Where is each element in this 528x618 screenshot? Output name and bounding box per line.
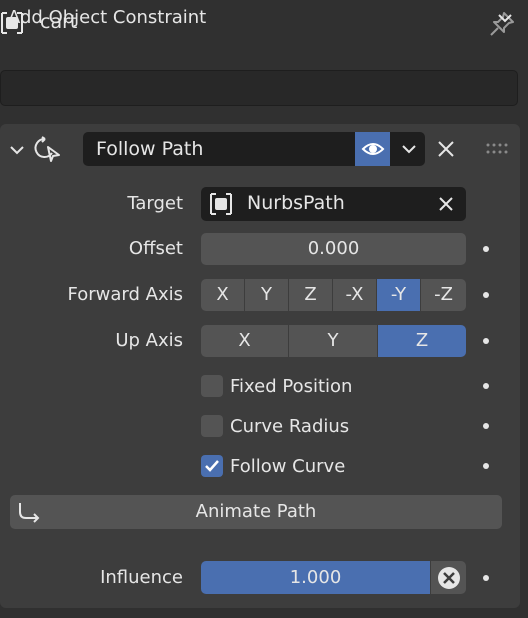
- follow-curve-checkbox[interactable]: [201, 455, 223, 477]
- target-label: Target: [127, 193, 183, 214]
- keyframe-dot[interactable]: [483, 463, 489, 469]
- keyframe-dot[interactable]: [483, 292, 489, 298]
- keyframe-dot[interactable]: [483, 575, 489, 581]
- forward-axis-neg-y[interactable]: -Y: [377, 279, 421, 311]
- collapse-chevron-icon[interactable]: [8, 142, 26, 158]
- remove-constraint-icon[interactable]: [436, 139, 456, 159]
- influence-value: 1.000: [289, 567, 342, 588]
- up-axis-z[interactable]: Z: [378, 325, 466, 357]
- influence-label: Influence: [100, 567, 183, 588]
- keyframe-dot[interactable]: [483, 383, 489, 389]
- keyframe-dot[interactable]: [483, 246, 489, 252]
- chevron-down-icon: [402, 145, 416, 154]
- forward-axis-neg-x[interactable]: -X: [333, 279, 377, 311]
- add-object-constraint-dropdown[interactable]: [0, 70, 518, 106]
- offset-value: 0.000: [307, 238, 360, 259]
- curve-radius-label: Curve Radius: [230, 416, 350, 437]
- follow-path-icon: [34, 136, 60, 162]
- up-axis-x[interactable]: X: [201, 325, 289, 357]
- add-object-constraint-label: Add Object Constraint: [8, 7, 207, 28]
- up-axis-label: Up Axis: [115, 330, 183, 351]
- up-axis-y[interactable]: Y: [289, 325, 378, 357]
- drag-handle-icon[interactable]: [485, 142, 509, 156]
- fixed-position-label: Fixed Position: [230, 376, 353, 397]
- close-circle-icon: [438, 567, 460, 589]
- animate-path-label: Animate Path: [195, 501, 317, 522]
- forward-axis-neg-z[interactable]: -Z: [421, 279, 466, 311]
- offset-label: Offset: [128, 238, 183, 259]
- chevron-down-icon: [498, 14, 512, 23]
- target-value: NurbsPath: [247, 192, 345, 214]
- curve-object-icon: [210, 193, 232, 215]
- constraint-name: Follow Path: [96, 138, 204, 160]
- curve-radius-checkbox[interactable]: [201, 415, 223, 437]
- fixed-position-checkbox[interactable]: [201, 375, 223, 397]
- forward-axis-x[interactable]: X: [201, 279, 245, 311]
- follow-curve-label: Follow Curve: [230, 456, 346, 477]
- forward-axis-label: Forward Axis: [67, 284, 183, 305]
- keyframe-dot[interactable]: [483, 338, 489, 344]
- clear-target-icon[interactable]: [437, 195, 455, 213]
- forward-axis-y[interactable]: Y: [245, 279, 289, 311]
- eye-icon: [361, 143, 385, 155]
- forward-axis-z[interactable]: Z: [289, 279, 333, 311]
- checkmark-icon: [205, 460, 219, 472]
- keyframe-dot[interactable]: [483, 423, 489, 429]
